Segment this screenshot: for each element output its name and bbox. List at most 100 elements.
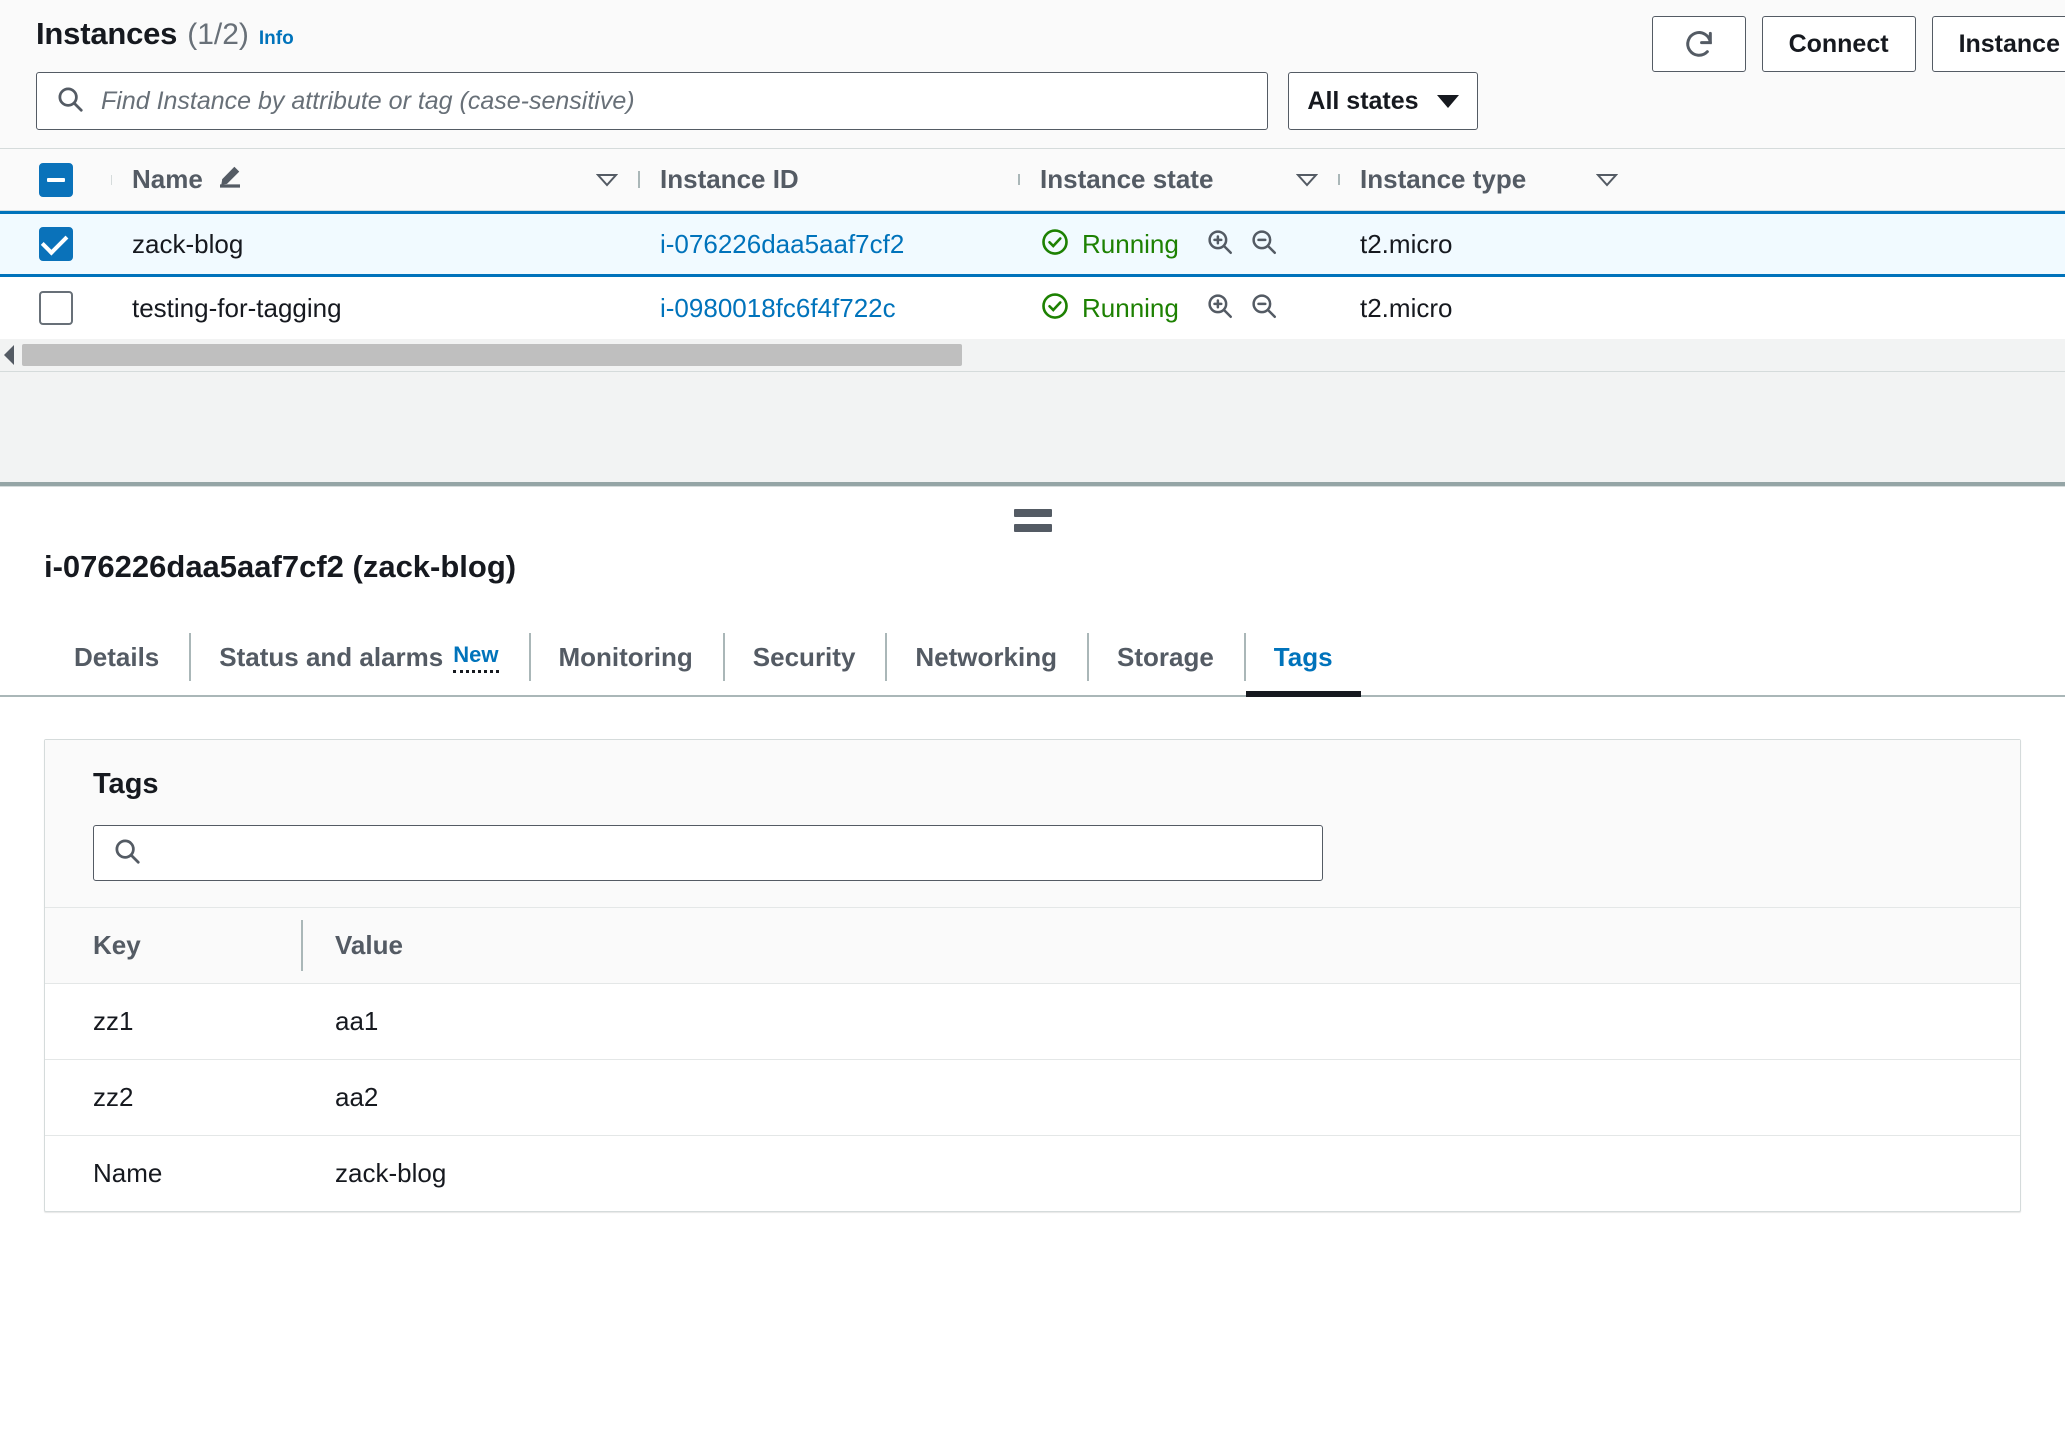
- scrollbar-thumb[interactable]: [22, 344, 962, 366]
- instances-header-actions: Connect Instance: [1651, 16, 2065, 72]
- search-icon: [112, 836, 142, 871]
- tag-value: aa2: [335, 1082, 379, 1112]
- caret-left-icon[interactable]: [0, 344, 18, 366]
- tab-details[interactable]: Details: [44, 619, 189, 695]
- tab-security[interactable]: Security: [722, 619, 886, 695]
- column-header-name[interactable]: Name: [112, 161, 640, 198]
- check-circle-icon: [1040, 291, 1070, 326]
- tab-monitoring-label: Monitoring: [558, 641, 693, 672]
- table-row: Name zack-blog: [45, 1135, 2020, 1211]
- column-header-instance-state-label: Instance state: [1040, 164, 1214, 194]
- zoom-out-icon[interactable]: [1249, 227, 1279, 262]
- tags-search-input[interactable]: [93, 825, 1323, 881]
- status-badge: Running: [1082, 292, 1179, 323]
- instances-title-group: Instances (1/2) Info: [36, 16, 294, 52]
- select-all-checkbox[interactable]: [39, 162, 73, 197]
- row-instance-type-cell: t2.micro: [1340, 229, 1640, 260]
- tags-table: Key Value zz1 aa1 zz2 aa2 Name zack-blog: [45, 907, 2020, 1211]
- status-badge: Running: [1082, 228, 1179, 259]
- instances-search-row: Find Instance by attribute or tag (case-…: [0, 62, 2065, 148]
- row-name-cell: testing-for-tagging: [112, 293, 640, 324]
- refresh-icon: [1682, 27, 1716, 61]
- check-circle-icon: [1040, 227, 1070, 262]
- tags-column-header-key: Key: [45, 908, 303, 983]
- row-name-cell: zack-blog: [112, 229, 640, 260]
- column-header-instance-id-label: Instance ID: [660, 164, 799, 194]
- page-title: Instances: [36, 16, 178, 51]
- tag-value: zack-blog: [335, 1158, 447, 1188]
- column-header-instance-state[interactable]: Instance state: [1020, 164, 1340, 195]
- sort-instance-type-icon[interactable]: [1596, 173, 1618, 187]
- zoom-in-icon[interactable]: [1205, 291, 1235, 326]
- tab-monitoring[interactable]: Monitoring: [528, 619, 723, 695]
- sort-instance-state-icon[interactable]: [1296, 173, 1318, 187]
- row-checkbox[interactable]: [39, 291, 73, 325]
- tab-storage[interactable]: Storage: [1086, 619, 1244, 695]
- table-row[interactable]: testing-for-tagging i-0980018fc6f4f722c …: [0, 277, 2065, 339]
- instances-panel: Instances (1/2) Info Connect Instance Fi…: [0, 0, 2065, 487]
- select-all-cell: [0, 162, 112, 197]
- instance-detail-panel: i-076226daa5aaf7cf2 (zack-blog) Details …: [0, 487, 2065, 1212]
- tag-key-cell: Name: [45, 1136, 303, 1211]
- row-name: zack-blog: [132, 228, 244, 259]
- tag-key: Name: [93, 1158, 163, 1188]
- instances-panel-header: Instances (1/2) Info Connect Instance: [0, 0, 2065, 72]
- column-header-name-label: Name: [132, 164, 203, 194]
- tab-status-and-alarms-label: Status and alarms: [219, 641, 444, 672]
- edit-pencil-icon[interactable]: [215, 161, 245, 198]
- row-instance-id-cell: i-0980018fc6f4f722c: [640, 293, 1020, 324]
- drag-handle-icon[interactable]: [1013, 509, 1052, 539]
- column-header-instance-type-label: Instance type: [1360, 164, 1527, 194]
- tags-column-header-value: Value: [303, 908, 2020, 983]
- refresh-button[interactable]: [1651, 16, 1746, 72]
- column-header-instance-id[interactable]: Instance ID: [640, 164, 1020, 195]
- instances-count: (1/2): [187, 18, 249, 51]
- row-instance-id-cell: i-076226daa5aaf7cf2: [640, 229, 1020, 260]
- tab-networking[interactable]: Networking: [885, 619, 1087, 695]
- tab-storage-label: Storage: [1116, 641, 1214, 672]
- instance-state-button[interactable]: Instance: [1931, 16, 2065, 72]
- info-link[interactable]: Info: [259, 28, 294, 50]
- instances-table: Name Instance ID Instance state Instance…: [0, 148, 2065, 372]
- tag-key: zz1: [93, 1006, 134, 1036]
- tags-header: Tags: [45, 740, 2020, 907]
- column-header-instance-type[interactable]: Instance type: [1340, 164, 1640, 195]
- tab-security-label: Security: [752, 641, 856, 672]
- tab-status-and-alarms[interactable]: Status and alarms New: [189, 619, 528, 695]
- zoom-out-icon[interactable]: [1249, 291, 1279, 326]
- horizontal-scrollbar[interactable]: [0, 339, 2065, 372]
- state-filter-label: All states: [1307, 86, 1419, 115]
- search-icon: [55, 84, 85, 119]
- table-row[interactable]: zack-blog i-076226daa5aaf7cf2 Running t2…: [0, 211, 2065, 277]
- row-instance-type: t2.micro: [1360, 292, 1453, 323]
- row-instance-type-cell: t2.micro: [1340, 293, 1640, 324]
- state-filter-dropdown[interactable]: All states: [1288, 72, 1478, 130]
- tab-details-label: Details: [74, 641, 160, 672]
- tags-table-header: Key Value: [45, 907, 2020, 983]
- search-input[interactable]: Find Instance by attribute or tag (case-…: [36, 72, 1268, 130]
- tag-key: zz2: [93, 1082, 134, 1112]
- tags-column-header-value-label: Value: [335, 930, 403, 960]
- table-row: zz2 aa2: [45, 1059, 2020, 1135]
- row-checkbox-cell: [0, 291, 112, 325]
- tab-tags[interactable]: Tags: [1243, 619, 1363, 697]
- tag-value-cell: aa2: [303, 1060, 2020, 1135]
- connect-button[interactable]: Connect: [1761, 16, 1916, 72]
- detail-tabs: Details Status and alarms New Monitoring…: [0, 619, 2065, 697]
- sort-name-icon[interactable]: [596, 173, 618, 187]
- row-checkbox[interactable]: [39, 227, 73, 261]
- tags-heading: Tags: [93, 768, 159, 800]
- row-instance-id-link[interactable]: i-076226daa5aaf7cf2: [660, 229, 904, 259]
- zoom-in-icon[interactable]: [1205, 227, 1235, 262]
- row-name: testing-for-tagging: [132, 292, 342, 323]
- tag-value: aa1: [335, 1006, 379, 1036]
- tags-container: Tags Key Value zz1 aa1 zz2 aa2 Name zack…: [44, 739, 2021, 1212]
- row-checkbox-cell: [0, 227, 112, 261]
- row-instance-state-cell: Running: [1020, 227, 1340, 262]
- instances-table-header: Name Instance ID Instance state Instance…: [0, 149, 2065, 211]
- panel-spacer: [0, 372, 2065, 486]
- search-placeholder: Find Instance by attribute or tag (case-…: [101, 86, 635, 115]
- tag-key-cell: zz1: [45, 984, 303, 1059]
- row-instance-id-link[interactable]: i-0980018fc6f4f722c: [660, 293, 896, 323]
- tag-value-cell: zack-blog: [303, 1136, 2020, 1211]
